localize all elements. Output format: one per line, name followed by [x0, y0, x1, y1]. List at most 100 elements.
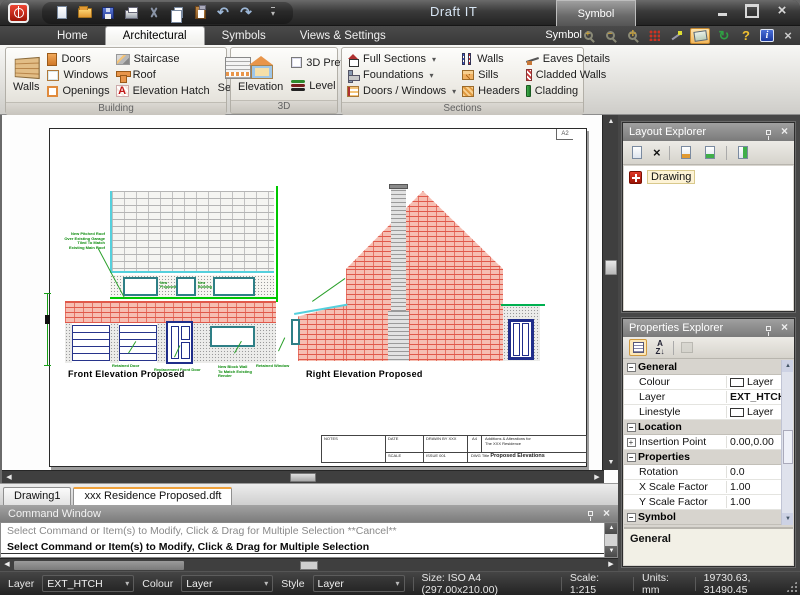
tab-views-settings[interactable]: Views & Settings [283, 26, 403, 45]
scroll-down-icon[interactable]: ▼ [605, 546, 618, 557]
openings-button[interactable]: Openings [47, 83, 109, 99]
canvas-vertical-scrollbar[interactable]: ▲ ▼ [602, 115, 618, 470]
scroll-up-icon[interactable]: ▲ [605, 523, 618, 534]
close-panel-icon[interactable] [780, 28, 796, 43]
scroll-right-icon[interactable]: ▶ [604, 559, 618, 571]
scroll-left-icon[interactable]: ◀ [0, 559, 14, 571]
scroll-right-icon[interactable]: ▶ [590, 471, 604, 483]
drawing-sheet[interactable]: A2 New Proposed New Building [49, 128, 587, 467]
layout-explorer-titlebar[interactable]: Layout Explorer [623, 123, 794, 141]
style-combo[interactable]: Layer [313, 575, 405, 592]
redo-icon[interactable] [238, 5, 254, 20]
canvas-horizontal-scrollbar[interactable]: ◀ ▶ [2, 470, 604, 483]
collapse-icon[interactable] [627, 363, 636, 372]
tab-architectural[interactable]: Architectural [105, 26, 205, 45]
undo-icon[interactable] [215, 5, 231, 20]
staircase-button[interactable]: Staircase [116, 51, 210, 67]
vertical-scroll-thumb[interactable] [605, 260, 617, 275]
properties-scrollbar[interactable]: ▲ ▼ [781, 360, 793, 525]
customize-quick-access-icon[interactable] [265, 5, 281, 20]
help-icon[interactable] [738, 28, 754, 43]
doc-tab-drawing1[interactable]: Drawing1 [3, 487, 71, 505]
linestyle-swatch[interactable] [730, 408, 744, 417]
layer-combo[interactable]: EXT_HTCH [42, 575, 134, 592]
delete-layout-icon[interactable]: × [653, 145, 661, 160]
properties-scroll-thumb[interactable] [783, 430, 793, 464]
full-sections-button[interactable]: Full Sections [347, 51, 456, 67]
new-layout-icon[interactable] [629, 145, 645, 160]
app-menu-button[interactable] [0, 0, 36, 26]
update-layout-icon[interactable] [702, 145, 718, 160]
properties-explorer-titlebar[interactable]: Properties Explorer [623, 319, 794, 337]
colour-combo[interactable]: Layer [181, 575, 273, 592]
minimize-button[interactable] [714, 5, 730, 17]
doors-button[interactable]: Doors [47, 51, 109, 67]
property-row-rotation[interactable]: Rotation 0.0 [624, 465, 793, 480]
scroll-up-icon[interactable]: ▲ [782, 360, 793, 372]
command-history[interactable]: Select Command or Item(s) to Modify, Cli… [0, 522, 618, 558]
sort-alphabetical-icon[interactable]: AZ [651, 339, 669, 356]
doc-tab-residence[interactable]: xxx Residence Proposed.dft [73, 487, 232, 505]
elevation-hatch-button[interactable]: AElevation Hatch [116, 83, 210, 99]
cladded-walls-button[interactable]: Cladded Walls [526, 67, 610, 83]
copy-icon[interactable] [169, 5, 185, 20]
pin-icon[interactable] [766, 326, 771, 331]
new-icon[interactable] [54, 5, 70, 20]
foundations-button[interactable]: Foundations [347, 67, 456, 83]
paste-icon[interactable] [192, 5, 208, 20]
open-icon[interactable] [77, 5, 93, 20]
contextual-tab-group[interactable]: Symbol [556, 0, 636, 26]
close-command-window-icon[interactable] [603, 508, 610, 520]
drawing-canvas[interactable]: A2 New Proposed New Building [0, 115, 618, 483]
zoom-in-icon[interactable]: + [580, 28, 596, 43]
import-layout-icon[interactable] [735, 145, 751, 160]
scroll-up-icon[interactable]: ▲ [603, 115, 618, 129]
scroll-left-icon[interactable]: ◀ [2, 471, 16, 483]
category-symbol[interactable]: Symbol [624, 510, 793, 525]
sills-button[interactable]: Sills [462, 67, 520, 83]
category-location[interactable]: Location [624, 420, 793, 435]
zoom-extents-icon[interactable]: ✢ [624, 28, 640, 43]
collapse-icon[interactable] [627, 513, 636, 522]
section-walls-button[interactable]: Walls [462, 51, 520, 67]
eaves-details-button[interactable]: Eaves Details [526, 51, 610, 67]
pin-icon[interactable] [766, 130, 771, 135]
property-row-colour[interactable]: Colour Layer [624, 375, 793, 390]
property-row-layer[interactable]: Layer EXT_HTCH [624, 390, 793, 405]
layout-item-drawing[interactable]: Drawing [629, 170, 788, 184]
save-icon[interactable] [100, 5, 116, 20]
collapse-icon[interactable] [627, 423, 636, 432]
close-button[interactable] [774, 5, 790, 17]
pin-icon[interactable] [588, 511, 593, 516]
scroll-down-icon[interactable]: ▼ [782, 513, 793, 525]
headers-button[interactable]: Headers [462, 83, 520, 99]
scroll-down-icon[interactable]: ▼ [603, 456, 618, 470]
command-window-titlebar[interactable]: Command Window [0, 505, 618, 522]
collapse-icon[interactable] [627, 453, 636, 462]
tab-symbols[interactable]: Symbols [205, 26, 283, 45]
roof-button[interactable]: Roof [116, 67, 210, 83]
print-icon[interactable] [123, 5, 139, 20]
property-row-x-scale[interactable]: X Scale Factor 1.00 [624, 480, 793, 495]
close-properties-explorer-icon[interactable] [781, 322, 788, 334]
maximize-button[interactable] [744, 5, 760, 17]
cut-icon[interactable] [146, 5, 162, 20]
horizontal-scroll-thumb[interactable] [290, 473, 316, 482]
windows-button[interactable]: Windows [47, 67, 109, 83]
category-general[interactable]: General [624, 360, 793, 375]
refresh-icon[interactable] [716, 28, 732, 43]
categorized-icon[interactable] [629, 339, 647, 356]
command-vertical-scrollbar[interactable]: ▲ ▼ [604, 523, 617, 557]
colour-swatch[interactable] [730, 378, 744, 387]
property-row-insertion-point[interactable]: Insertion Point 0.00,0.00 [624, 435, 793, 450]
export-layout-icon[interactable] [678, 145, 694, 160]
measure-icon[interactable] [668, 28, 684, 43]
category-properties[interactable]: Properties [624, 450, 793, 465]
info-icon[interactable] [760, 29, 774, 42]
tab-home[interactable]: Home [40, 26, 105, 45]
horizontal-scroll-thumb[interactable] [300, 561, 318, 570]
cladding-button[interactable]: Cladding [526, 83, 610, 99]
property-row-y-scale[interactable]: Y Scale Factor 1.00 [624, 495, 793, 510]
doors-windows-button[interactable]: Doors / Windows [347, 83, 456, 99]
command-horizontal-scrollbar[interactable]: ◀ ▶ [0, 558, 618, 571]
